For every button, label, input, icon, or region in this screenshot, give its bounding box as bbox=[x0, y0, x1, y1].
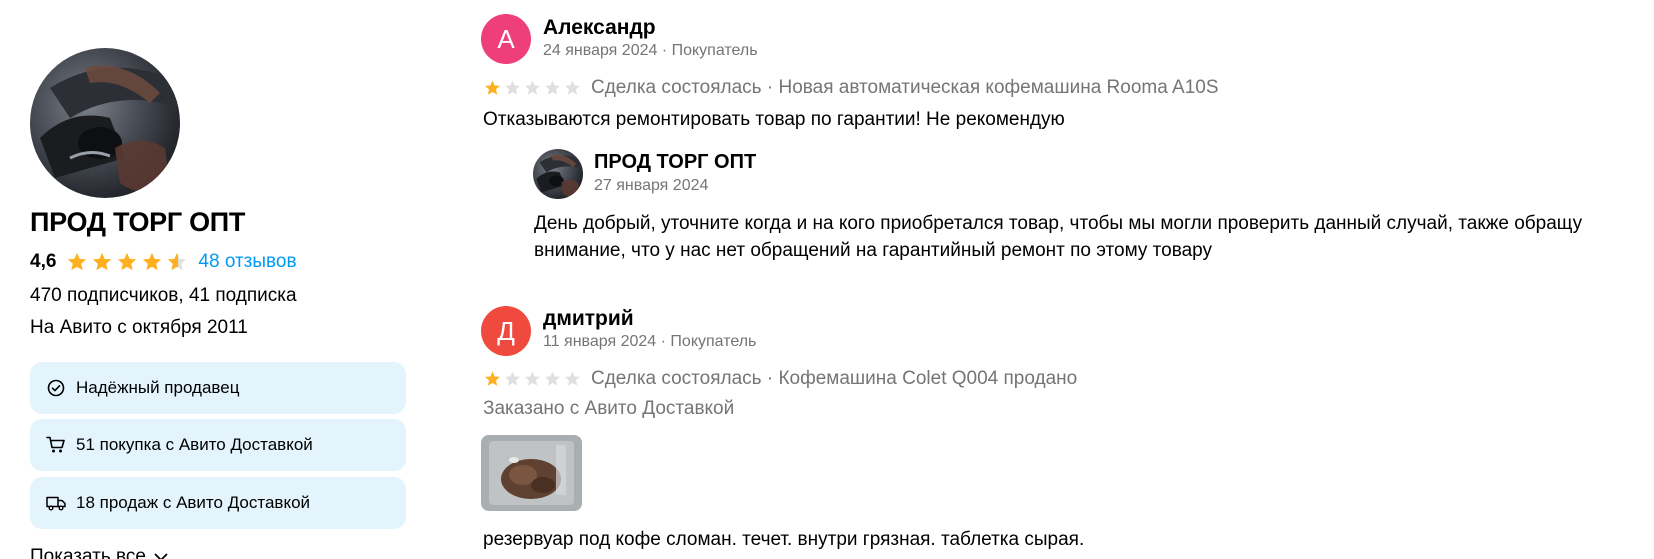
review-text: Отказываются ремонтировать товар по гара… bbox=[483, 109, 1065, 130]
reviewer-name[interactable]: дмитрий bbox=[543, 307, 634, 331]
reviewer-initial: Д bbox=[497, 315, 515, 346]
star-icon bbox=[545, 80, 560, 95]
reviewer-name[interactable]: Александр bbox=[543, 16, 656, 40]
reviewer-avatar[interactable]: А bbox=[481, 14, 531, 64]
reply-author-name[interactable]: ПРОД ТОРГ ОПТ bbox=[594, 151, 756, 174]
star-icon bbox=[525, 80, 540, 95]
rating-value: 4,6 bbox=[30, 251, 57, 272]
show-all-label: Показать все bbox=[30, 546, 146, 559]
badge-label: Надёжный продавец bbox=[76, 378, 240, 397]
star-icon bbox=[485, 80, 500, 95]
review-text: резервуар под кофе сломан. течет. внутри… bbox=[483, 529, 1085, 550]
seller-name: ПРОД ТОРГ ОПТ bbox=[30, 207, 246, 237]
star-icon bbox=[505, 80, 520, 95]
reviewer-avatar[interactable]: Д bbox=[481, 306, 531, 356]
review-meta: 24 января 2024 · Покупатель bbox=[543, 42, 758, 59]
review-deal-text: Сделка состоялась · Кофемашина Colet Q00… bbox=[591, 368, 1078, 389]
star-icon bbox=[565, 371, 580, 386]
reviewer-initial: А bbox=[497, 23, 515, 54]
cart-icon bbox=[46, 435, 66, 455]
star-icon bbox=[525, 371, 540, 386]
star-icon bbox=[68, 252, 87, 271]
badge-label: 51 покупка с Авито Доставкой bbox=[76, 435, 313, 454]
subscribers-info[interactable]: 470 подписчиков, 41 подписка bbox=[30, 285, 297, 307]
review-stars bbox=[483, 79, 583, 97]
review-stars bbox=[483, 370, 583, 388]
chevron-down-icon bbox=[154, 553, 168, 559]
review-meta: 11 января 2024 · Покупатель bbox=[543, 333, 757, 350]
rating-stars bbox=[65, 251, 190, 273]
star-icon bbox=[118, 252, 137, 271]
star-icon bbox=[143, 252, 162, 271]
truck-icon bbox=[46, 493, 66, 513]
show-all-button[interactable]: Показать все bbox=[30, 546, 168, 559]
badge-sales[interactable]: 18 продаж с Авито Доставкой bbox=[30, 477, 406, 529]
badge-reliable-seller[interactable]: Надёжный продавец bbox=[30, 362, 406, 414]
star-icon bbox=[565, 80, 580, 95]
reviews-count-link[interactable]: 48 отзывов bbox=[198, 251, 296, 273]
star-icon bbox=[485, 371, 500, 386]
star-icon bbox=[93, 252, 112, 271]
review-deal-text: Сделка состоялась · Новая автоматическая… bbox=[591, 77, 1219, 98]
seller-sidebar: ПРОД ТОРГ ОПТ 4,6 48 отзывов 470 подписч… bbox=[30, 0, 406, 559]
star-icon bbox=[505, 371, 520, 386]
badge-label: 18 продаж с Авито Доставкой bbox=[76, 493, 311, 512]
reply-text: День добрый, уточните когда и на кого пр… bbox=[534, 213, 1583, 261]
reply-avatar[interactable] bbox=[533, 149, 583, 199]
review-deal-row: Сделка состоялась · Кофемашина Colet Q00… bbox=[483, 367, 1077, 391]
review-delivery-note: Заказано с Авито Доставкой bbox=[483, 398, 735, 419]
seller-rating: 4,6 48 отзывов bbox=[30, 250, 297, 274]
half-star-icon bbox=[168, 252, 187, 271]
check-circle-icon bbox=[46, 378, 66, 398]
star-icon bbox=[545, 371, 560, 386]
reply-date: 27 января 2024 bbox=[594, 177, 709, 194]
seller-avatar[interactable] bbox=[30, 48, 180, 198]
review-deal-row: Сделка состоялась · Новая автоматическая… bbox=[483, 76, 1219, 100]
seller-since: На Авито с октября 2011 bbox=[30, 317, 248, 338]
badge-purchases[interactable]: 51 покупка с Авито Доставкой bbox=[30, 419, 406, 471]
review-photo-thumbnail[interactable] bbox=[481, 435, 582, 511]
